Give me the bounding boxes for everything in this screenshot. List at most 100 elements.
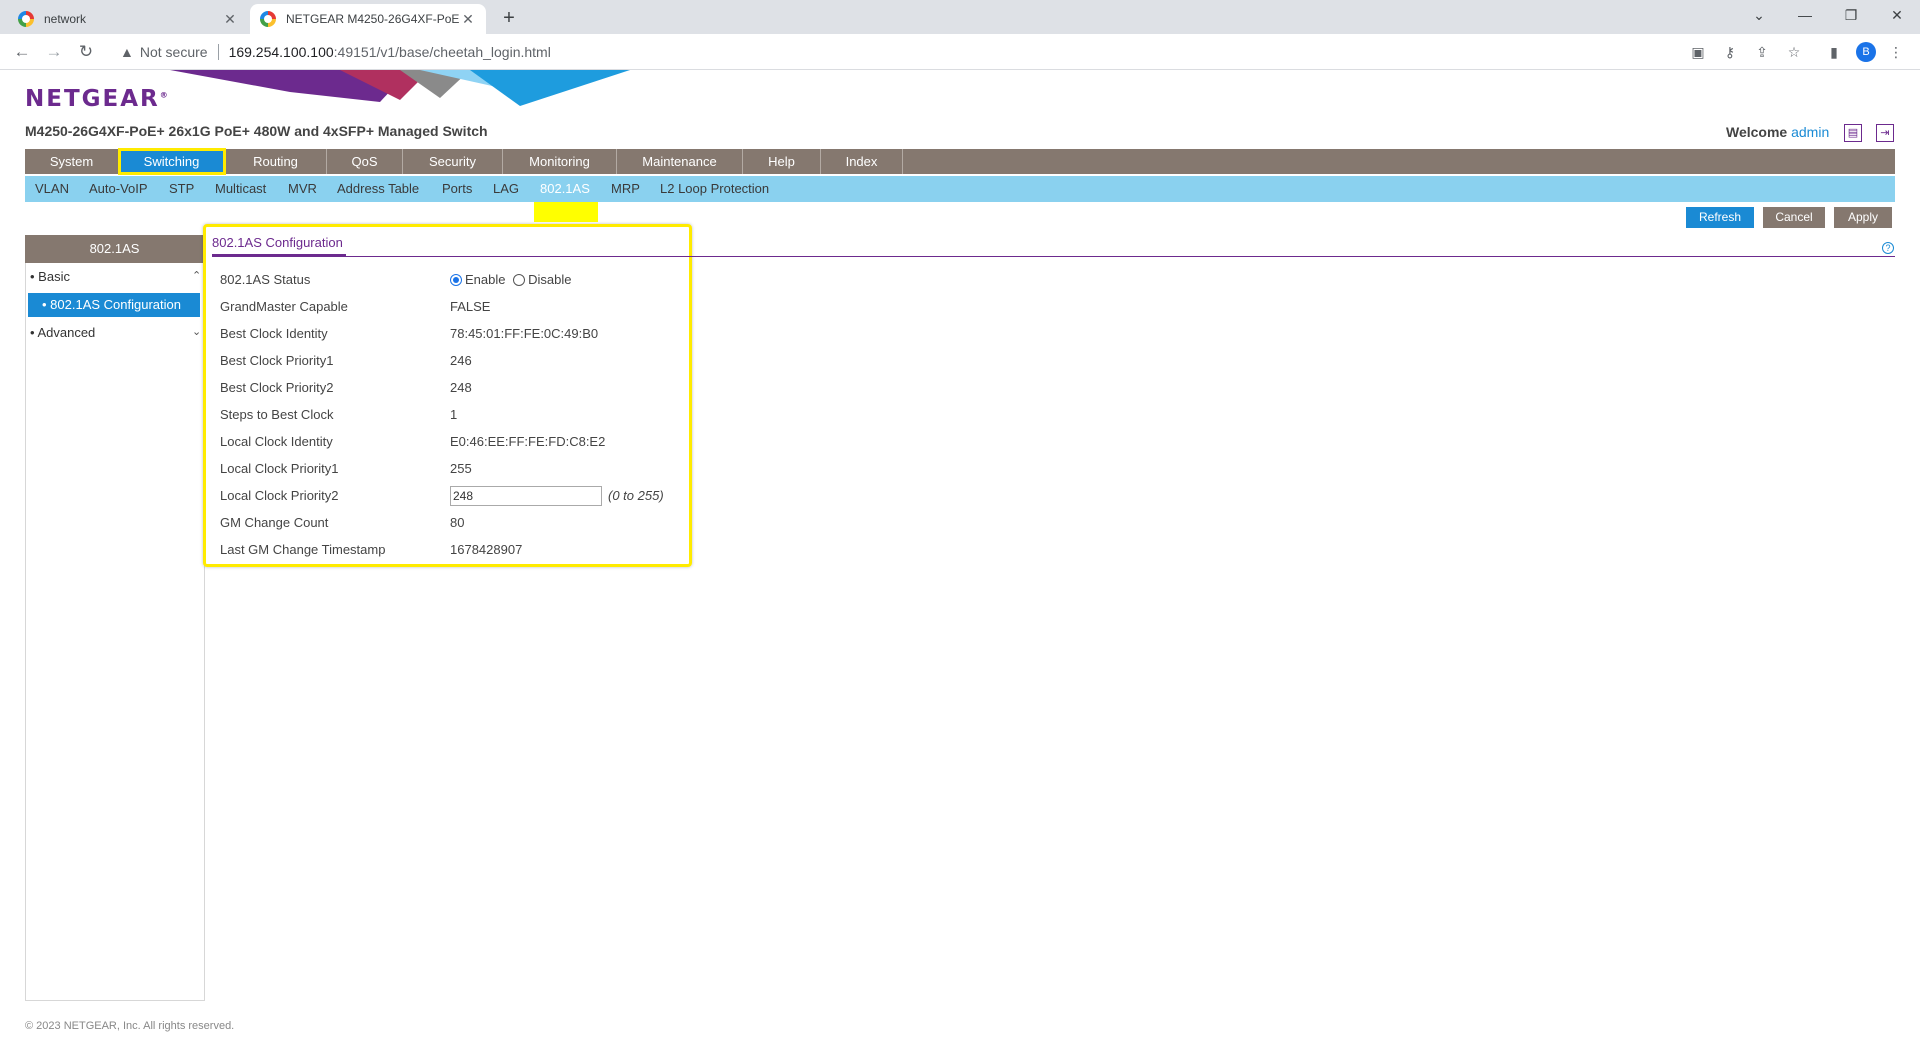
minimize-icon[interactable]: — xyxy=(1782,0,1828,30)
subnav-mrp[interactable]: MRP xyxy=(611,176,640,202)
warning-triangle-icon[interactable]: ▲ xyxy=(120,44,134,60)
nav-maintenance[interactable]: Maintenance xyxy=(617,149,743,174)
site-favicon-icon xyxy=(18,11,34,27)
browser-tab-network[interactable]: network ✕ xyxy=(8,4,248,34)
cancel-button[interactable]: Cancel xyxy=(1763,207,1825,228)
sidebar-item-advanced[interactable]: • Advanced ⌄ xyxy=(30,325,201,340)
field-label: Local Clock Priority1 xyxy=(220,461,339,476)
field-label: Last GM Change Timestamp xyxy=(220,542,386,557)
enable-radio[interactable] xyxy=(450,274,462,286)
nav-switching[interactable]: Switching xyxy=(118,148,226,175)
welcome-text: Welcome admin xyxy=(1726,124,1829,140)
main-nav: System Switching Routing QoS Security Mo… xyxy=(25,148,1895,175)
disable-label[interactable]: Disable xyxy=(528,272,571,287)
row-gm-change-count: GM Change Count 80 xyxy=(220,512,680,534)
subnav-mvr[interactable]: MVR xyxy=(288,176,317,202)
header-banner-graphic xyxy=(170,70,630,106)
switch-model-title: M4250-26G4XF-PoE+ 26x1G PoE+ 480W and 4x… xyxy=(25,123,488,139)
field-label: GM Change Count xyxy=(220,515,329,530)
field-value: E0:46:EE:FF:FE:FD:C8:E2 xyxy=(450,434,606,449)
row-local-clock-identity: Local Clock Identity E0:46:EE:FF:FE:FD:C… xyxy=(220,431,680,453)
key-icon[interactable]: ⚷ xyxy=(1720,42,1740,62)
nav-routing[interactable]: Routing xyxy=(225,149,327,174)
tab-search-chevron-icon[interactable]: ⌄ xyxy=(1736,0,1782,30)
close-icon[interactable]: ✕ xyxy=(460,11,476,28)
tab-title: network xyxy=(44,12,87,26)
sidebar-frame xyxy=(25,263,205,1001)
field-value: 248 xyxy=(450,380,472,395)
sidebar-item-label: Basic xyxy=(38,269,70,284)
page-title: 802.1AS Configuration xyxy=(212,235,343,250)
side-panel-icon[interactable]: ▮ xyxy=(1824,42,1844,62)
url-path[interactable]: :49151/v1/base/cheetah_login.html xyxy=(334,44,551,60)
nav-help[interactable]: Help xyxy=(743,149,821,174)
field-label: Steps to Best Clock xyxy=(220,407,334,422)
back-arrow-icon[interactable]: ← xyxy=(8,38,36,66)
nav-security[interactable]: Security xyxy=(403,149,503,174)
cast-blocked-icon[interactable]: ▣ xyxy=(1688,42,1708,62)
copyright-footer: © 2023 NETGEAR, Inc. All rights reserved… xyxy=(25,1020,235,1032)
sub-nav: VLAN Auto-VoIP STP Multicast MVR Address… xyxy=(25,176,1895,202)
row-local-clock-priority2: Local Clock Priority2 (0 to 255) xyxy=(220,485,680,507)
section-divider xyxy=(212,256,1895,257)
field-label: GrandMaster Capable xyxy=(220,299,348,314)
local-clock-priority2-input[interactable] xyxy=(450,486,602,506)
nav-monitoring[interactable]: Monitoring xyxy=(503,149,617,174)
subnav-multicast[interactable]: Multicast xyxy=(215,176,266,202)
help-icon[interactable]: ? xyxy=(1882,242,1894,254)
field-value: 1678428907 xyxy=(450,542,523,557)
close-icon[interactable]: ✕ xyxy=(222,11,238,28)
address-bar[interactable]: ▲ Not secure 169.254.100.100:49151/v1/ba… xyxy=(108,38,1694,66)
restore-icon[interactable]: ❐ xyxy=(1828,0,1874,30)
forward-arrow-icon[interactable]: → xyxy=(40,38,68,66)
nav-qos[interactable]: QoS xyxy=(327,149,403,174)
browser-toolbar: ← → ↻ ▲ Not secure 169.254.100.100:49151… xyxy=(0,34,1920,70)
subnav-lag[interactable]: LAG xyxy=(493,176,519,202)
subnav-vlan[interactable]: VLAN xyxy=(35,176,69,202)
subnav-auto-voip[interactable]: Auto-VoIP xyxy=(89,176,148,202)
netgear-logo: NETGEAR® xyxy=(25,86,170,112)
disable-radio[interactable] xyxy=(513,274,526,286)
url-host[interactable]: 169.254.100.100 xyxy=(229,44,334,60)
field-value: FALSE xyxy=(450,299,491,314)
browser-tab-netgear[interactable]: NETGEAR M4250-26G4XF-PoE+ ✕ xyxy=(250,4,486,34)
refresh-button[interactable]: Refresh xyxy=(1686,207,1754,228)
profile-avatar[interactable]: B xyxy=(1856,42,1876,62)
field-label: Local Clock Priority2 xyxy=(220,488,339,503)
row-steps-to-best-clock: Steps to Best Clock 1 xyxy=(220,404,680,426)
sidebar-item-basic[interactable]: • Basic ⌃ xyxy=(30,269,201,284)
tab-title: NETGEAR M4250-26G4XF-PoE+ xyxy=(286,12,460,26)
nav-index[interactable]: Index xyxy=(821,149,903,174)
subnav-802-1as[interactable]: 802.1AS xyxy=(540,176,590,202)
new-tab-button[interactable]: + xyxy=(496,6,522,32)
welcome-label: Welcome xyxy=(1726,124,1788,140)
apply-button[interactable]: Apply xyxy=(1834,207,1892,228)
reload-icon[interactable]: ↻ xyxy=(72,38,100,66)
row-best-clock-identity: Best Clock Identity 78:45:01:FF:FE:0C:49… xyxy=(220,323,680,345)
status-radio-group: Enable Disable xyxy=(450,272,571,287)
sidebar-item-802-1as-configuration[interactable]: • 802.1AS Configuration xyxy=(28,293,200,317)
security-label[interactable]: Not secure xyxy=(140,44,208,60)
field-value: 80 xyxy=(450,515,465,530)
more-menu-icon[interactable]: ⋮ xyxy=(1886,42,1906,62)
sidebar-item-label: Advanced xyxy=(37,325,96,340)
save-config-icon[interactable]: ▤ xyxy=(1844,124,1862,142)
sidebar-item-label: 802.1AS Configuration xyxy=(50,297,181,312)
subnav-l2-loop-protection[interactable]: L2 Loop Protection xyxy=(660,176,769,202)
subnav-stp[interactable]: STP xyxy=(169,176,194,202)
subnav-address-table[interactable]: Address Table xyxy=(337,176,419,202)
enable-label[interactable]: Enable xyxy=(465,272,505,287)
logout-icon[interactable]: ⇥ xyxy=(1876,124,1894,142)
nav-system[interactable]: System xyxy=(25,149,119,174)
subnav-ports[interactable]: Ports xyxy=(442,176,472,202)
field-label: Local Clock Identity xyxy=(220,434,333,449)
share-icon[interactable]: ⇪ xyxy=(1752,42,1772,62)
active-subnav-highlight xyxy=(534,202,598,222)
admin-user-link[interactable]: admin xyxy=(1791,124,1829,140)
logo-text: NETGEAR xyxy=(25,86,160,112)
chevron-down-icon: ⌄ xyxy=(192,326,202,338)
range-hint: (0 to 255) xyxy=(608,488,664,503)
close-window-icon[interactable]: ✕ xyxy=(1874,0,1920,30)
field-value: 255 xyxy=(450,461,472,476)
bookmark-star-icon[interactable]: ☆ xyxy=(1784,42,1804,62)
